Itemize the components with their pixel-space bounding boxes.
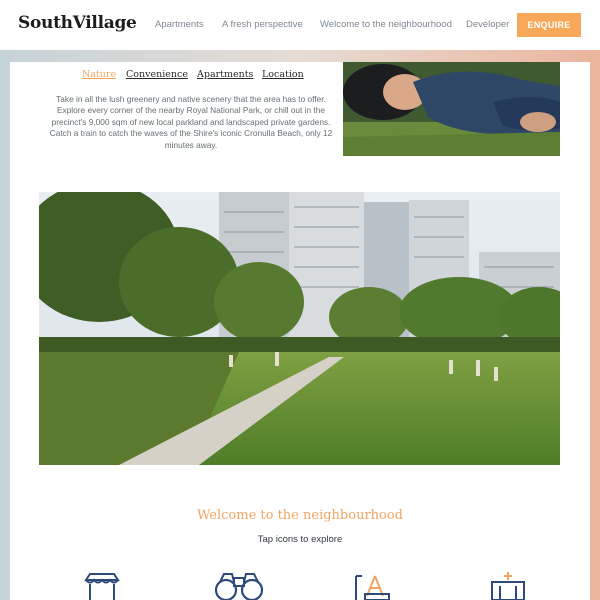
parkland-hero-image <box>39 192 560 465</box>
tab-apartments[interactable]: Apartments <box>197 69 253 80</box>
nav-apartments[interactable]: Apartments <box>155 19 204 30</box>
person-on-grass-photo <box>343 62 560 156</box>
building-icon[interactable] <box>488 572 528 600</box>
site-header: SouthVillage Apartments A fresh perspect… <box>0 0 600 50</box>
neighbourhood-icon-row <box>0 572 600 600</box>
binoculars-icon[interactable] <box>214 572 264 600</box>
neighbourhood-title: Welcome to the neighbourhood <box>196 508 404 523</box>
nav-neighbourhood[interactable]: Welcome to the neighbourhood <box>320 19 452 30</box>
main-nav: Apartments A fresh perspective Welcome t… <box>0 19 600 33</box>
nature-description: Take in all the lush greenery and native… <box>49 94 333 150</box>
playground-icon[interactable] <box>353 572 393 600</box>
tab-nature[interactable]: Nature <box>82 69 116 80</box>
neighbourhood-subtitle: Tap icons to explore <box>257 534 343 545</box>
enquire-button[interactable]: ENQUIRE <box>517 13 581 37</box>
nav-fresh-perspective[interactable]: A fresh perspective <box>222 19 303 30</box>
nav-developer[interactable]: Developer <box>466 19 509 30</box>
shop-awning-icon[interactable] <box>82 572 122 600</box>
lifestyle-tabs: Nature Convenience Apartments Location <box>0 69 330 83</box>
tab-convenience[interactable]: Convenience <box>126 69 188 80</box>
tab-location[interactable]: Location <box>262 69 304 80</box>
